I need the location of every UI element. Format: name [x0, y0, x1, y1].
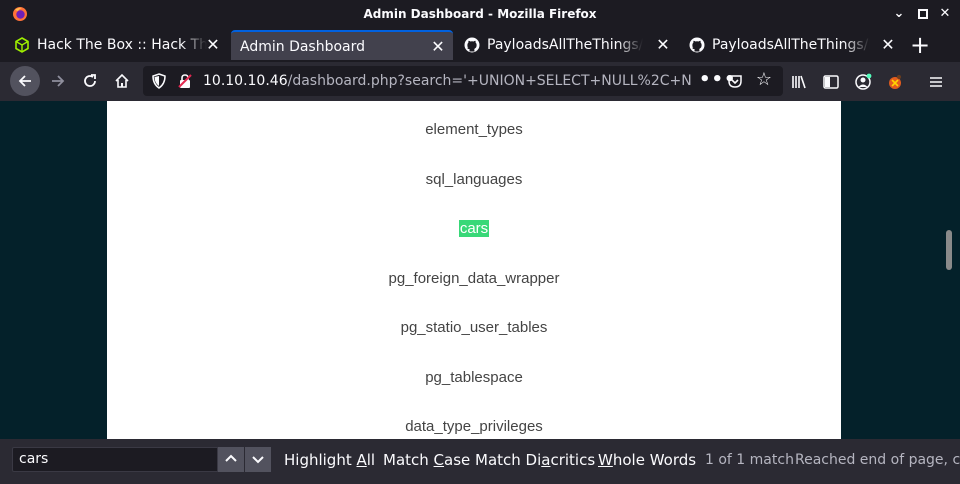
find-status-message: Reached end of page, continued from top — [795, 452, 960, 468]
back-icon[interactable] — [10, 66, 40, 96]
bookmark-star-icon[interactable]: ☆ — [754, 70, 774, 90]
extension-icon[interactable] — [886, 73, 904, 91]
match-diacritics-option[interactable]: Match Diacritics — [475, 439, 595, 481]
find-input[interactable]: cars — [12, 447, 218, 472]
option-label: Highlight — [284, 451, 357, 469]
find-match-highlight: cars — [458, 220, 490, 237]
result-row: data_type_privileges — [405, 418, 543, 435]
highlight-all-option[interactable]: Highlight All — [284, 439, 375, 481]
option-accesskey: A — [356, 451, 367, 469]
option-label: critics — [550, 451, 596, 469]
match-count: 1 of 1 match — [705, 452, 794, 468]
maximize-icon[interactable] — [914, 5, 932, 23]
close-window-icon[interactable]: ✕ — [936, 5, 954, 23]
url-text[interactable]: 10.10.10.46/dashboard.php?search='+UNION… — [203, 66, 691, 96]
github-icon — [464, 37, 480, 53]
library-icon[interactable] — [790, 73, 808, 91]
minimize-icon[interactable]: ⌄ — [890, 5, 908, 23]
option-label: ll — [366, 451, 376, 469]
find-bar: cars Highlight All Match Case Match Diac… — [0, 439, 960, 484]
account-icon[interactable] — [854, 73, 872, 91]
tab-payloads-sql[interactable]: PayloadsAllTheThings/SQL Injection ✕ — [456, 30, 678, 60]
close-tab-icon[interactable]: ✕ — [429, 38, 447, 56]
sidebar-icon[interactable] — [822, 73, 840, 91]
close-tab-icon[interactable]: ✕ — [654, 36, 672, 54]
new-tab-icon[interactable]: + — [908, 33, 932, 58]
close-tab-icon[interactable]: ✕ — [204, 36, 222, 54]
tab-label: PayloadsAllTheThings/PostgreSQL Injectio… — [712, 30, 870, 60]
tab-label: Admin Dashboard — [240, 39, 366, 55]
tab-payloads-postgres[interactable]: PayloadsAllTheThings/PostgreSQL Injectio… — [681, 30, 903, 60]
pocket-icon[interactable] — [727, 73, 743, 89]
option-accesskey: W — [598, 451, 613, 469]
result-row: element_types — [425, 121, 523, 138]
reload-icon[interactable] — [75, 66, 105, 96]
scrollbar[interactable] — [941, 101, 960, 439]
scrollbar-thumb[interactable] — [946, 230, 952, 270]
option-label: hole Words — [612, 451, 697, 469]
option-label: Match Di — [475, 451, 542, 469]
whole-words-option[interactable]: Whole Words — [598, 439, 696, 481]
htb-cube-icon — [15, 37, 29, 53]
menu-icon[interactable] — [927, 73, 945, 91]
window-titlebar: Admin Dashboard - Mozilla Firefox ⌄ ✕ — [0, 0, 960, 28]
tab-label: PayloadsAllTheThings/SQL Injection — [487, 30, 643, 60]
close-tab-icon[interactable]: ✕ — [879, 36, 897, 54]
url-bar[interactable]: 10.10.10.46/dashboard.php?search='+UNION… — [143, 66, 783, 96]
github-icon — [689, 37, 705, 53]
url-host: 10.10.10.46 — [203, 73, 288, 89]
page-viewport[interactable]: element_types sql_languages cars pg_fore… — [0, 101, 960, 439]
tab-hack-the-box[interactable]: Hack The Box :: Hack The Box ✕ — [6, 30, 228, 60]
find-previous-button[interactable] — [218, 447, 244, 472]
option-label: Match — [383, 451, 434, 469]
find-next-button[interactable] — [245, 447, 271, 472]
tab-label: Hack The Box :: Hack The Box — [37, 30, 207, 60]
result-row: pg_tablespace — [425, 369, 523, 386]
result-row: sql_languages — [425, 171, 523, 188]
window-title: Admin Dashboard - Mozilla Firefox — [363, 7, 597, 21]
option-label: ase — [444, 451, 471, 469]
navigation-toolbar: 10.10.10.46/dashboard.php?search='+UNION… — [0, 62, 960, 101]
result-row: pg_foreign_data_wrapper — [388, 270, 560, 287]
home-icon[interactable] — [107, 66, 137, 96]
option-accesskey: C — [433, 451, 445, 469]
insecure-lock-icon[interactable] — [177, 73, 193, 89]
shield-icon[interactable] — [151, 73, 167, 89]
result-row: pg_statio_user_tables — [400, 319, 548, 336]
result-row-highlighted: cars — [107, 219, 841, 239]
results-panel: element_types sql_languages cars pg_fore… — [107, 101, 841, 439]
tab-admin-dashboard[interactable]: Admin Dashboard ✕ — [231, 30, 453, 60]
forward-icon[interactable] — [43, 66, 73, 96]
tab-strip: Hack The Box :: Hack The Box ✕ Admin Das… — [0, 28, 960, 62]
match-case-option[interactable]: Match Case — [383, 439, 470, 481]
url-path: /dashboard.php?search='+UNION+SELECT+NUL… — [287, 73, 691, 89]
